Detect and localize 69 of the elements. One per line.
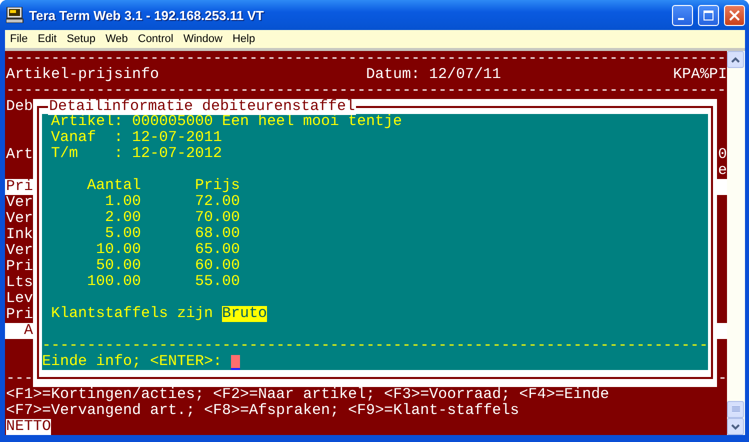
terminal-text: A xyxy=(23,323,34,339)
terminal-text: Deb xyxy=(6,99,34,115)
table-cell: 72.00 xyxy=(195,194,240,210)
scroll-down-button[interactable] xyxy=(727,418,744,435)
info-line: Vanaf : 12-07-2011 xyxy=(50,130,224,146)
terminal-app-icon xyxy=(6,7,24,23)
table-cell: 70.00 xyxy=(195,210,240,226)
terminal-text: Art xyxy=(6,147,34,163)
chevron-up-icon xyxy=(731,56,740,62)
terminal-text: 0 xyxy=(718,147,727,163)
terminal-text: <F7>=Vervangend art.; <F8>=Afspraken; <F9>=Klant-staffels xyxy=(6,403,520,419)
minimize-icon xyxy=(678,18,684,20)
table-cell: 100.00 xyxy=(87,274,141,290)
scroll-thumb[interactable] xyxy=(727,401,744,418)
scrollbar[interactable] xyxy=(727,51,745,435)
table-cell: 60.00 xyxy=(195,258,240,274)
table-cell: 55.00 xyxy=(195,274,240,290)
highlighted-value: Bruto xyxy=(222,306,268,322)
menu-item[interactable]: Edit xyxy=(32,33,62,45)
close-icon xyxy=(729,10,740,20)
column-header: Prijs xyxy=(195,178,240,194)
prompt-text: Einde info; <ENTER>: xyxy=(42,354,222,370)
terminal-text: Lev xyxy=(6,291,34,307)
scroll-up-button[interactable] xyxy=(727,51,744,68)
terminal-text: --- xyxy=(6,371,34,387)
terminal-text: Ver xyxy=(6,243,34,259)
menu-item[interactable]: Web xyxy=(100,33,133,45)
info-line: T/m : 12-07-2012 xyxy=(50,146,224,162)
terminal-text: Pri xyxy=(6,179,34,195)
menu-item[interactable]: Help xyxy=(227,33,260,45)
maximize-icon xyxy=(703,10,714,20)
menu-item[interactable]: Window xyxy=(178,33,228,45)
terminal-text: <F1>=Kortingen/acties; <F2>=Naar artikel; <F3>=Voorraad; <F4>=Einde xyxy=(6,387,610,403)
menu-item[interactable]: Setup xyxy=(62,33,100,45)
minimize-button[interactable] xyxy=(672,4,693,26)
terminal-text: e xyxy=(718,163,727,179)
window-title: Tera Term Web 3.1 - 192.168.253.11 VT xyxy=(29,8,265,22)
terminal-text: Ver xyxy=(6,195,34,211)
dashed-separator: -------------------------------------------------------------------------- xyxy=(42,338,708,354)
terminal-text: Pri xyxy=(6,259,34,275)
terminal-text: -------------------------------------------------------------------------------- xyxy=(6,51,726,67)
terminal-text: Pri xyxy=(6,307,34,323)
terminal-text: Ink xyxy=(6,227,34,243)
menu-item[interactable]: File xyxy=(5,33,33,45)
table-cell: 65.00 xyxy=(195,242,240,258)
terminal-text: KPA%PI xyxy=(672,67,727,83)
menu-item[interactable]: Control xyxy=(132,33,178,45)
table-cell-text: 5.00 xyxy=(104,226,141,242)
terminal-text: Ver xyxy=(6,211,34,227)
terminal-text: NETTO xyxy=(6,419,52,435)
table-cell-text: 2.00 xyxy=(104,210,141,226)
info-line: Artikel: 000005000 Een heel mooi tentje xyxy=(50,114,404,130)
column-header: Aantal xyxy=(87,178,141,194)
maximize-button[interactable] xyxy=(698,4,719,26)
close-button[interactable] xyxy=(724,4,745,26)
table-cell-text: 1.00 xyxy=(104,194,141,210)
chevron-down-icon xyxy=(731,424,740,430)
note-text: Klantstaffels zijn xyxy=(51,306,214,322)
table-cell-text: 50.00 xyxy=(94,258,141,274)
terminal-text: - xyxy=(718,371,727,387)
terminal-text: Lts xyxy=(6,275,34,291)
grip-icon xyxy=(732,406,740,413)
terminal-text: Artikel-prijsinfo xyxy=(6,67,160,83)
table-cell: 68.00 xyxy=(195,226,240,242)
text-cursor xyxy=(231,355,240,370)
terminal-text: Datum: 12/07/11 xyxy=(366,67,502,83)
table-cell-text: 10.00 xyxy=(94,242,141,258)
terminal-text: -------------------------------------------------------------------------------- xyxy=(6,83,726,99)
dialog-title: Detailinformatie debiteurenstaffel xyxy=(48,99,356,115)
